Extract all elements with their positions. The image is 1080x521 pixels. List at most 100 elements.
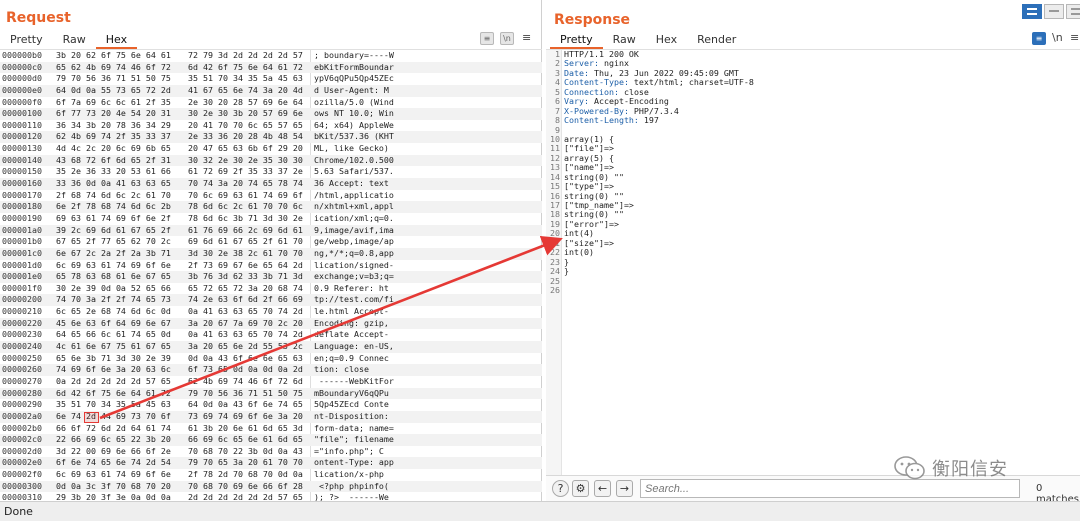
hex-bytes: 72 79 3d 2d 2d 2d 2d 57: [188, 50, 303, 60]
hex-ascii: mBoundaryV6qQPu: [314, 387, 389, 398]
wrap-lines-icon[interactable]: ≡: [1032, 32, 1046, 45]
hex-bytes: 20 41 70 70 6c 65 57 65: [188, 119, 303, 130]
menu-icon[interactable]: ≡: [1070, 31, 1079, 44]
hex-ascii: 5Qp45ZEcd Conte: [314, 399, 389, 410]
hex-bytes: 79 70 65 3a 20 61 70 70: [188, 457, 303, 468]
watermark-text: 衡阳信安: [932, 459, 1008, 480]
layout-tabs-button[interactable]: [1066, 4, 1080, 19]
header-name: Content-Length:: [564, 115, 639, 126]
hex-row: 00000310 29 3b 20 3f 3e 0a 0d 0a 2d 2d 2d …: [0, 492, 542, 501]
hex-offset: 000000f0: [2, 96, 42, 107]
hex-row: 000000f0 6f 7a 69 6c 6c 61 2f 35 2e 30 20 …: [0, 97, 542, 109]
hex-row: 000002a0 6e 74 2d 44 69 73 70 6f 73 69 74 …: [0, 410, 542, 423]
hex-ascii: ge/webp,image/ap: [314, 236, 394, 247]
forward-arrow-icon[interactable]: →: [616, 480, 633, 497]
hex-offset: 00000150: [2, 166, 42, 177]
layout-side-by-side-button[interactable]: [1022, 4, 1042, 19]
hex-ascii: 64; x64) AppleWe: [314, 119, 394, 130]
response-line: 11 ["file"]=>: [546, 143, 1080, 153]
response-tab-pretty[interactable]: Pretty: [550, 31, 603, 49]
request-newline-toggle[interactable]: \n: [500, 32, 514, 45]
response-line: 17 ["tmp_name"]=>: [546, 200, 1080, 210]
hex-bytes: 4c 61 6e 67 75 61 67 65: [56, 341, 171, 352]
hex-bytes: 30 32 2e 30 2e 35 30 30: [188, 154, 303, 165]
hex-bytes: 30 2e 39 0d 0a 52 65 66: [56, 282, 171, 293]
hex-bytes: 2f 68 74 6d 6c 2c 61 70: [56, 189, 171, 200]
layout-stacked-button[interactable]: [1044, 4, 1064, 19]
hex-row: 000001e0 65 78 63 68 61 6e 67 65 3b 76 3d …: [0, 271, 542, 283]
hex-bytes: 6f 73 65 0d 0a 0d 0a 2d: [188, 364, 303, 375]
hex-row: 00000280 6d 42 6f 75 6e 64 61 72 79 70 56 …: [0, 387, 542, 400]
response-tab-hex[interactable]: Hex: [646, 31, 687, 49]
hex-row: 00000300 0d 0a 3c 3f 70 68 70 20 70 68 70 …: [0, 480, 542, 493]
hex-offset: 00000250: [2, 352, 42, 363]
request-tab-hex[interactable]: Hex: [95, 31, 138, 49]
hex-offset: 00000200: [2, 294, 42, 305]
hex-bytes: 61 76 69 66 2c 69 6d 61: [188, 224, 303, 235]
back-arrow-icon[interactable]: ←: [594, 480, 611, 497]
hex-row: 000001f0 30 2e 39 0d 0a 52 65 66 65 72 65 …: [0, 283, 542, 295]
hex-bytes: 74 2e 63 6f 6d 2f 66 69: [188, 294, 303, 305]
hex-bytes: 35 51 70 34 35 5a 45 63: [188, 73, 303, 84]
hex-offset: 000001d0: [2, 259, 42, 270]
hex-row: 000000d0 79 70 56 36 71 51 50 75 35 51 70 …: [0, 73, 542, 85]
hex-offset: 000000e0: [2, 84, 42, 95]
hex-ascii: nt-Disposition:: [314, 410, 389, 421]
hex-row: 000002b0 66 6f 72 6d 2d 64 61 74 61 3b 20 …: [0, 423, 542, 435]
hex-offset: 000002b0: [2, 422, 42, 433]
hex-offset: 00000180: [2, 201, 42, 212]
hex-offset: 000001b0: [2, 236, 42, 247]
hex-ascii: ontent-Type: app: [314, 457, 394, 468]
hex-bytes: 3d 22 00 69 6e 66 6f 2e: [56, 445, 171, 456]
hex-ascii: 9,image/avif,ima: [314, 224, 394, 235]
hex-row: 00000230 64 65 66 6c 61 74 65 0d 0a 41 63 …: [0, 329, 542, 341]
status-bar: Done: [0, 501, 1080, 521]
response-tab-raw[interactable]: Raw: [603, 31, 646, 49]
header-value: 197: [638, 115, 659, 126]
hex-ascii: ebKitFormBoundar: [314, 61, 394, 72]
hex-offset: 000002f0: [2, 469, 42, 480]
response-body[interactable]: 1 HTTP/1.1 200 OK 2 Server: nginx 3 Date: Thu…: [546, 49, 1080, 475]
hex-row: 00000200 74 70 3a 2f 2f 74 65 73 74 2e 63 …: [0, 294, 542, 307]
hex-bytes: 35 51 70 34 35 5a 45 63: [56, 399, 171, 410]
hex-ascii: le.html Accept-: [314, 306, 389, 317]
help-icon[interactable]: ?: [552, 480, 569, 497]
menu-icon[interactable]: ≡: [522, 31, 531, 44]
wrap-lines-icon[interactable]: ≡: [480, 32, 494, 45]
hex-offset: 00000310: [2, 492, 42, 501]
response-title: Response: [554, 12, 631, 28]
request-tab-pretty[interactable]: Pretty: [0, 31, 53, 49]
hex-offset: 000001a0: [2, 224, 42, 235]
hex-ascii: lication/x-php: [314, 469, 384, 480]
gear-icon[interactable]: ⚙: [572, 480, 589, 497]
hex-offset: 00000170: [2, 189, 42, 200]
hex-bytes: 3b 20 62 6f 75 6e 64 61: [56, 50, 171, 60]
hex-offset: 00000230: [2, 329, 42, 340]
response-tabs: Pretty Raw Hex Render: [550, 31, 746, 49]
hex-view[interactable]: 000000b0 3b 20 62 6f 75 6e 64 61 72 79 3d …: [0, 49, 542, 501]
request-tabs: Pretty Raw Hex: [0, 31, 138, 49]
hex-ascii: n/xhtml+xml,appl: [314, 201, 394, 212]
hex-bytes: 6e 2f 78 68 74 6d 6c 2b: [56, 201, 171, 212]
hex-offset: 000002a0: [2, 410, 42, 421]
hex-ascii: ozilla/5.0 (Wind: [314, 96, 394, 107]
hex-bytes: 79 70 56 36 71 51 50 75: [56, 73, 171, 84]
response-tab-render[interactable]: Render: [687, 31, 746, 49]
hex-bytes: 20 47 65 63 6b 6f 29 20: [188, 143, 303, 154]
hex-ascii: tp://test.com/fi: [314, 294, 394, 305]
hex-offset: 00000130: [2, 143, 42, 154]
hex-bytes: 61 3b 20 6e 61 6d 65 3d: [188, 422, 303, 433]
hex-bytes: 62 4b 69 74 46 6f 72 6d: [188, 375, 303, 386]
search-input[interactable]: [640, 479, 1020, 498]
hex-bytes: 4d 4c 2c 20 6c 69 6b 65: [56, 143, 171, 154]
response-line: 18 string(0) "": [546, 209, 1080, 219]
hex-ascii: <?php phpinfo(: [314, 480, 389, 491]
line-number: 26: [550, 284, 560, 295]
request-tab-raw[interactable]: Raw: [53, 31, 96, 49]
hex-ascii: en;q=0.9 Connec: [314, 352, 389, 363]
hex-offset: 00000290: [2, 399, 42, 410]
hex-ascii: ication/xml;q=0.: [314, 212, 394, 223]
response-line: 15 ["type"]=>: [546, 181, 1080, 191]
response-newline-toggle[interactable]: \n: [1052, 31, 1063, 44]
hex-bytes: 62 4b 69 74 2f 35 33 37: [56, 131, 171, 142]
